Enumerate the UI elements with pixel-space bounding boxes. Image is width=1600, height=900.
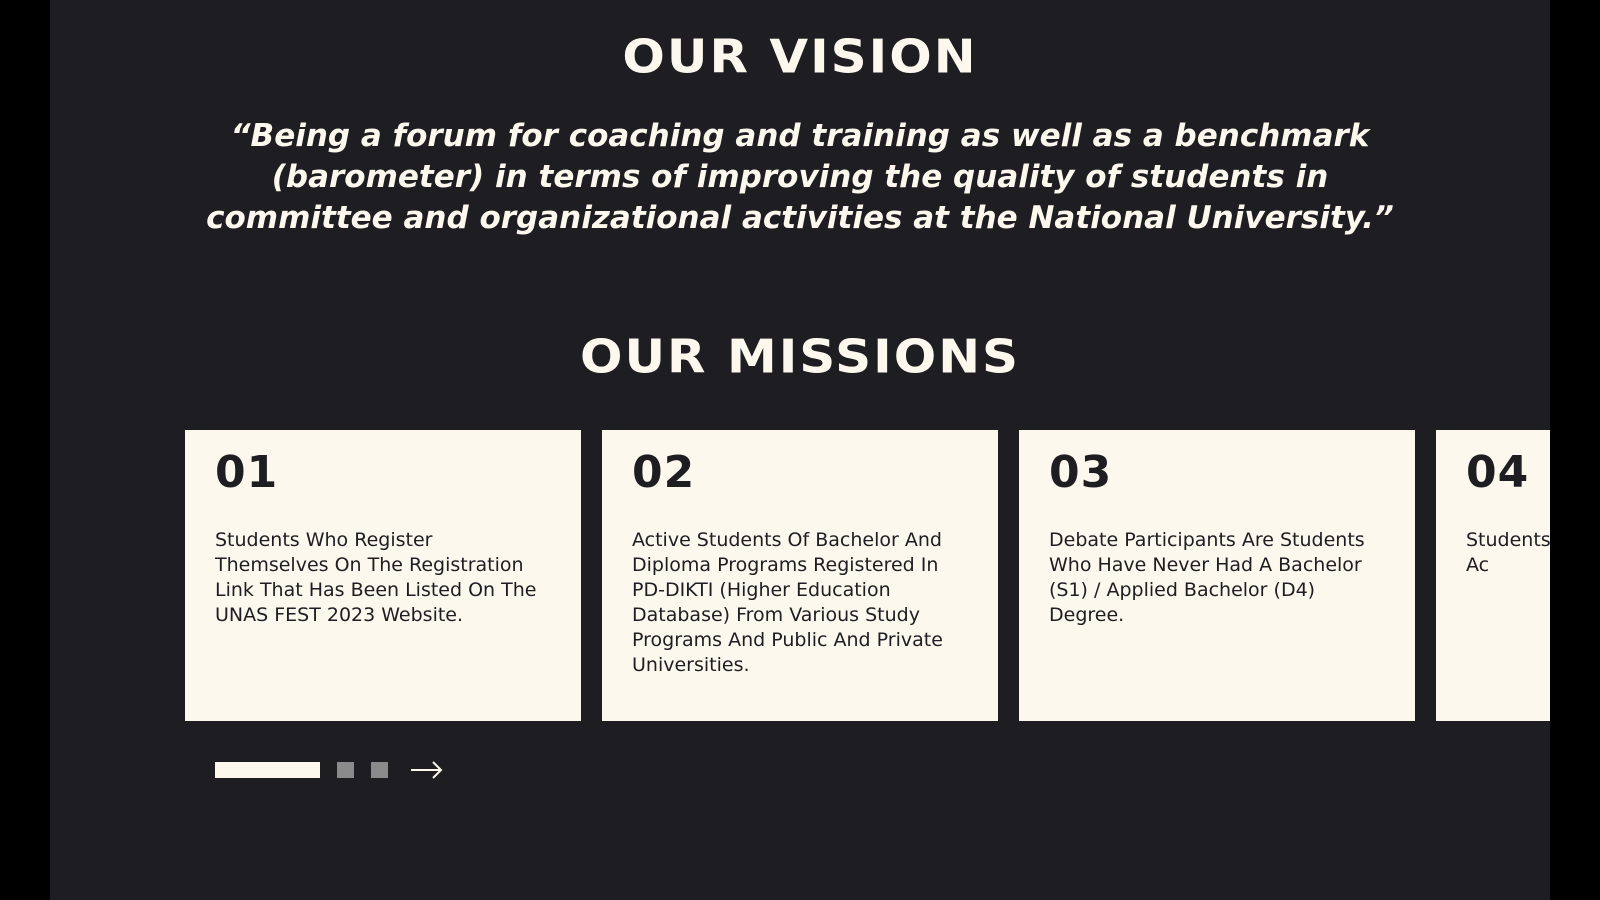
mission-text: Active Students Of Bachelor And Diploma … <box>632 529 943 676</box>
vision-title: OUR VISION <box>622 30 978 84</box>
vision-quote: “Being a forum for coaching and training… <box>206 118 1394 236</box>
missions-title: OUR MISSIONS <box>579 330 1021 384</box>
mission-text: Students Have Be Listed In 2023 Ac <box>1466 529 1550 576</box>
mission-number: 04 <box>1466 447 1530 498</box>
page-stage: OUR VISION “Being a forum for coaching a… <box>50 0 1550 900</box>
mission-text: Students Who Register Themselves On The … <box>215 529 537 626</box>
next-button[interactable] <box>410 760 444 780</box>
carousel-pager <box>215 760 444 780</box>
arrow-right-icon <box>411 761 443 779</box>
missions-carousel[interactable]: 01 Students Who Register Themselves On T… <box>185 430 1550 721</box>
mission-number: 01 <box>215 447 279 498</box>
pager-indicator[interactable] <box>337 762 354 778</box>
mission-number: 03 <box>1049 447 1113 498</box>
mission-card: 01 Students Who Register Themselves On T… <box>185 430 581 721</box>
mission-card: 03 Debate Participants Are Students Who … <box>1019 430 1415 721</box>
mission-text: Debate Participants Are Students Who Hav… <box>1049 529 1365 626</box>
mission-number: 02 <box>632 447 696 498</box>
pager-indicator-active[interactable] <box>215 762 320 778</box>
mission-card: 04 Students Have Be Listed In 2023 Ac <box>1436 430 1550 721</box>
pager-indicator[interactable] <box>371 762 388 778</box>
mission-card: 02 Active Students Of Bachelor And Diplo… <box>602 430 998 721</box>
